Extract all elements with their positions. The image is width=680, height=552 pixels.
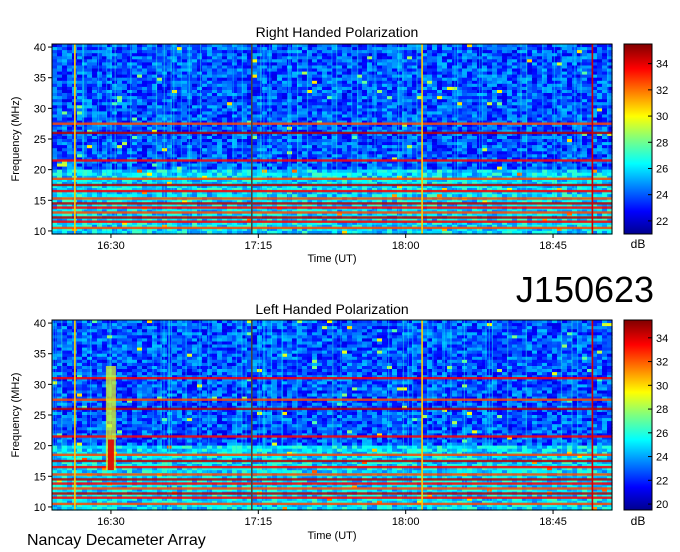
x-tick-label: 17:15 bbox=[245, 516, 273, 528]
colorbar-tick-label: 26 bbox=[656, 428, 668, 440]
radio-burst-core bbox=[107, 439, 114, 471]
colorbar-tick-label: 28 bbox=[656, 404, 668, 416]
spectral-band bbox=[52, 211, 612, 214]
colorbar-tick-label: 30 bbox=[656, 380, 668, 392]
y-tick-label: 30 bbox=[34, 379, 46, 391]
x-tick-label: 18:00 bbox=[392, 516, 420, 528]
y-tick-label: 10 bbox=[34, 502, 46, 514]
panel-left-ylabel: Frequency (MHz) bbox=[10, 373, 22, 458]
spectral-band bbox=[52, 487, 612, 490]
x-tick-label: 16:30 bbox=[97, 516, 125, 528]
spectral-band bbox=[52, 220, 612, 223]
colorbar-tick-label: 32 bbox=[656, 357, 668, 369]
panel-right-spectrogram bbox=[52, 44, 613, 235]
spectral-band bbox=[52, 502, 612, 506]
panel-left-colorbar bbox=[623, 319, 653, 511]
panel-right-polarization: Right Handed Polarization 10 15 20 25 30 35 40… bbox=[10, 24, 668, 265]
spectral-band bbox=[52, 159, 612, 162]
panel-left-x-axis: 16:30 17:15 18:00 18:45 bbox=[97, 510, 567, 528]
panel-right-xlabel: Time (UT) bbox=[307, 253, 356, 265]
spectral-band bbox=[52, 202, 612, 205]
spectral-band bbox=[52, 398, 612, 401]
colorbar-tick-label: 32 bbox=[656, 85, 668, 97]
spectral-band bbox=[52, 177, 612, 180]
spectral-band bbox=[52, 407, 612, 411]
colorbar-tick-label: 24 bbox=[656, 452, 668, 464]
colorbar-tick-label: 30 bbox=[656, 111, 668, 123]
panel-right-x-axis: 16:30 17:15 18:00 18:45 bbox=[97, 234, 567, 252]
spectral-band bbox=[52, 482, 612, 485]
spectral-band bbox=[52, 216, 612, 219]
y-tick-label: 15 bbox=[34, 471, 46, 483]
colorbar-tick-label: 26 bbox=[656, 163, 668, 175]
x-tick-label: 18:45 bbox=[539, 516, 567, 528]
vertical-line bbox=[251, 44, 253, 234]
vertical-line bbox=[421, 44, 423, 234]
colorbar-tick-label: 34 bbox=[656, 59, 668, 71]
spectral-band bbox=[52, 206, 612, 209]
vertical-line bbox=[421, 320, 423, 510]
spectral-band bbox=[52, 122, 612, 125]
y-tick-label: 10 bbox=[34, 226, 46, 238]
y-tick-label: 30 bbox=[34, 103, 46, 115]
y-tick-label: 25 bbox=[34, 410, 46, 422]
spectral-band bbox=[52, 377, 612, 380]
y-tick-label: 35 bbox=[34, 73, 46, 85]
x-tick-label: 18:00 bbox=[392, 240, 420, 252]
colorbar-tick-label: 22 bbox=[656, 216, 668, 228]
spectral-band bbox=[52, 478, 612, 481]
panel-left-title: Left Handed Polarization bbox=[255, 301, 408, 317]
panel-right-colorbar bbox=[623, 43, 653, 235]
vertical-line bbox=[74, 320, 76, 510]
footer-label: Nancay Decameter Array bbox=[27, 532, 206, 549]
y-tick-label: 35 bbox=[34, 349, 46, 361]
panel-left-spectrogram bbox=[52, 320, 613, 511]
spectral-band bbox=[52, 183, 612, 187]
y-tick-label: 40 bbox=[34, 318, 46, 330]
spectral-band bbox=[52, 496, 612, 499]
panel-right-colorbar-label: dB bbox=[631, 237, 646, 251]
spectral-band bbox=[52, 197, 612, 200]
panel-right-title: Right Handed Polarization bbox=[256, 24, 419, 40]
colorbar-tick-label: 28 bbox=[656, 137, 668, 149]
x-tick-label: 18:45 bbox=[539, 240, 567, 252]
panel-left-y-axis: 10 15 20 25 30 35 40 bbox=[34, 318, 52, 514]
colorbar-tick-label: 22 bbox=[656, 475, 668, 487]
colorbar-tick-label: 24 bbox=[656, 190, 668, 202]
spectral-band bbox=[52, 473, 612, 476]
vertical-line bbox=[251, 320, 253, 510]
panel-left-xlabel: Time (UT) bbox=[307, 530, 356, 542]
panel-right-y-axis: 10 15 20 25 30 35 40 bbox=[34, 42, 52, 238]
spectral-band bbox=[52, 453, 612, 456]
x-tick-label: 17:15 bbox=[245, 240, 273, 252]
spectral-band bbox=[52, 465, 612, 469]
panel-left-polarization: Left Handed Polarization 10152025303540 … bbox=[10, 301, 668, 542]
y-tick-label: 20 bbox=[34, 441, 46, 453]
x-tick-label: 16:30 bbox=[97, 240, 125, 252]
spectral-band bbox=[52, 189, 612, 193]
y-tick-label: 20 bbox=[34, 165, 46, 177]
y-tick-label: 40 bbox=[34, 42, 46, 54]
spectral-band bbox=[52, 131, 612, 135]
colorbar-tick-label: 34 bbox=[656, 333, 668, 345]
vertical-line bbox=[591, 320, 594, 510]
y-tick-label: 25 bbox=[34, 134, 46, 146]
vertical-line bbox=[591, 44, 594, 234]
colorbar-tick-label: 20 bbox=[656, 499, 668, 511]
spectral-band bbox=[52, 435, 612, 438]
panel-left-colorbar-label: dB bbox=[631, 514, 646, 528]
vertical-line bbox=[74, 44, 76, 234]
spectral-band bbox=[52, 226, 612, 230]
page-title: J150623 bbox=[516, 269, 654, 310]
spectral-band bbox=[52, 459, 612, 463]
panel-right-ylabel: Frequency (MHz) bbox=[10, 97, 22, 182]
spectrogram-figure: Right Handed Polarization 10 15 20 25 30 35 40… bbox=[10, 24, 668, 549]
spectral-band bbox=[52, 492, 612, 495]
y-tick-label: 15 bbox=[34, 195, 46, 207]
